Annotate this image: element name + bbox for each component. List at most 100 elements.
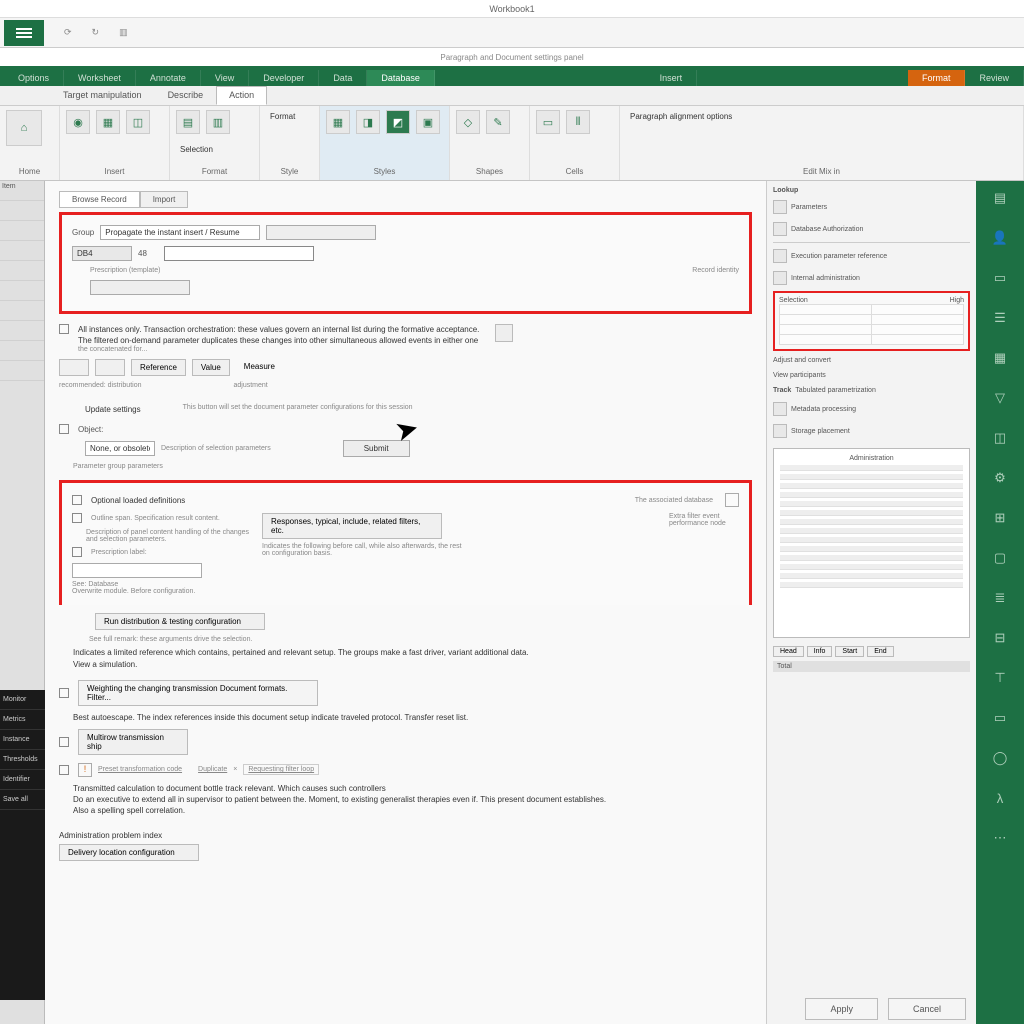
section-c-box[interactable]: Weighting the changing transmission Docu… [78, 680, 318, 706]
panel2-p1b[interactable]: Responses, typical, include, related fil… [262, 513, 442, 539]
ribbon-icon[interactable]: ▥ [206, 110, 230, 134]
help-icon[interactable] [495, 324, 513, 342]
dark-item[interactable]: Save all [0, 790, 45, 810]
tab-options[interactable]: Options [4, 70, 64, 86]
ribbon-icon[interactable]: ◫ [126, 110, 150, 134]
ribbon-text[interactable]: Selection [176, 143, 253, 156]
preview-tag[interactable]: End [867, 646, 893, 657]
left-rail-item[interactable] [0, 281, 44, 301]
tab-developer[interactable]: Developer [249, 70, 319, 86]
rail-folder-icon[interactable]: ▢ [989, 547, 1011, 569]
left-rail-item[interactable]: Item [0, 181, 44, 201]
quick-access-icon[interactable]: ▥ [119, 27, 128, 38]
prescription-input[interactable] [72, 563, 202, 578]
left-rail-item[interactable] [0, 221, 44, 241]
grid-cell[interactable] [95, 359, 125, 376]
rail-table-icon[interactable]: ▦ [989, 347, 1011, 369]
rail-settings-icon[interactable]: ⚙ [989, 467, 1011, 489]
ribbon-icon[interactable]: ▦ [96, 110, 120, 134]
rail-more-icon[interactable]: ⋯ [989, 827, 1011, 849]
rp-item[interactable]: Execution parameter reference [791, 253, 887, 260]
cancel-button[interactable]: Cancel [888, 998, 966, 1020]
section-c-box2[interactable]: Multirow transmission ship [78, 729, 188, 755]
file-menu-button[interactable] [4, 20, 44, 46]
ribbon-text[interactable]: Paragraph alignment options [626, 110, 1017, 123]
group-extra-input[interactable] [266, 225, 376, 240]
tab-database[interactable]: Database [367, 70, 435, 86]
footer-box[interactable]: Delivery location configuration [59, 844, 199, 861]
grid-cell[interactable]: Value [192, 359, 230, 376]
template-input[interactable] [90, 280, 190, 295]
rail-list-icon[interactable]: ☰ [989, 307, 1011, 329]
tab-view[interactable]: View [201, 70, 249, 86]
dark-item[interactable]: Instance [0, 730, 45, 750]
ribbon-text[interactable]: Format [266, 110, 313, 123]
preview-tag[interactable]: Start [835, 646, 864, 657]
rp-item[interactable]: Parameters [791, 204, 827, 211]
preview-tag[interactable]: Head [773, 646, 804, 657]
grid-cell[interactable] [59, 359, 89, 376]
checkbox-icon[interactable] [59, 324, 69, 334]
link-request[interactable]: Requesting filter loop [243, 764, 319, 775]
grid-cell[interactable]: Reference [131, 359, 186, 376]
checkbox-icon[interactable] [59, 765, 69, 775]
apply-button[interactable]: Apply [805, 998, 878, 1020]
tab-data[interactable]: Data [319, 70, 367, 86]
checkbox-icon[interactable] [72, 547, 82, 557]
subtab-action[interactable]: Action [216, 86, 267, 105]
rp-item[interactable]: Internal administration [791, 275, 860, 282]
left-rail-item[interactable] [0, 201, 44, 221]
rail-filter-icon[interactable]: ▽ [989, 387, 1011, 409]
checkbox-icon[interactable] [59, 688, 69, 698]
rail-lambda-icon[interactable]: λ [989, 787, 1011, 809]
secondary-input[interactable] [164, 246, 314, 261]
quick-access-icon[interactable]: ↻ [92, 27, 100, 38]
link-preset[interactable]: Preset transformation code [98, 766, 182, 773]
rail-ref-icon[interactable]: ▤ [989, 187, 1011, 209]
checkbox-icon[interactable] [72, 495, 82, 505]
dark-item[interactable]: Thresholds [0, 750, 45, 770]
close-icon[interactable] [725, 493, 739, 507]
rp-item[interactable]: Database Authorization [791, 226, 863, 233]
content-tab-browse[interactable]: Browse Record [59, 191, 140, 208]
ribbon-chart-icon-active[interactable]: ◩ [386, 110, 410, 134]
ribbon-chart-icon[interactable]: ▣ [416, 110, 440, 134]
rail-pin-icon[interactable]: ⊤ [989, 667, 1011, 689]
tab-review[interactable]: Review [965, 70, 1024, 86]
rail-book-icon[interactable]: ▭ [989, 707, 1011, 729]
ribbon-icon[interactable]: ▤ [176, 110, 200, 134]
link-duplicate[interactable]: Duplicate [198, 766, 227, 773]
rp-tree-item[interactable]: Metadata processing [791, 406, 856, 413]
left-rail-item[interactable] [0, 241, 44, 261]
ribbon-home-icon[interactable]: ⌂ [6, 110, 42, 146]
section-b-title-box[interactable]: Run distribution & testing configuration [95, 613, 265, 630]
preview-tag[interactable]: Info [807, 646, 833, 657]
tab-worksheet[interactable]: Worksheet [64, 70, 136, 86]
dark-item[interactable]: Metrics [0, 710, 45, 730]
left-rail-item[interactable] [0, 301, 44, 321]
rail-tree-icon[interactable]: ⊞ [989, 507, 1011, 529]
rail-layers-icon[interactable]: ≣ [989, 587, 1011, 609]
rail-doc-icon[interactable]: ▭ [989, 267, 1011, 289]
ribbon-chart-icon[interactable]: ◨ [356, 110, 380, 134]
dark-item[interactable]: Identifier [0, 770, 45, 790]
left-rail-item[interactable] [0, 361, 44, 381]
subtab-target[interactable]: Target manipulation [50, 86, 155, 105]
tab-format[interactable]: Format [908, 70, 966, 86]
object-input[interactable] [85, 441, 155, 456]
rp-tree-item[interactable]: Storage placement [791, 428, 850, 435]
ribbon-icon[interactable]: ▭ [536, 110, 560, 134]
left-rail-item[interactable] [0, 321, 44, 341]
submit-button[interactable]: Submit [343, 440, 410, 457]
tab-annotate[interactable]: Annotate [136, 70, 201, 86]
rail-db-icon[interactable]: ⊟ [989, 627, 1011, 649]
rail-globe-icon[interactable]: ◯ [989, 747, 1011, 769]
rail-chart-icon[interactable]: ◫ [989, 427, 1011, 449]
content-tab-import[interactable]: Import [140, 191, 189, 208]
left-rail-item[interactable] [0, 261, 44, 281]
subtab-describe[interactable]: Describe [155, 86, 217, 105]
ribbon-icon[interactable]: ⫴ [566, 110, 590, 134]
ribbon-icon[interactable]: ◉ [66, 110, 90, 134]
group-input[interactable] [100, 225, 260, 240]
db-id-input[interactable] [72, 246, 132, 261]
